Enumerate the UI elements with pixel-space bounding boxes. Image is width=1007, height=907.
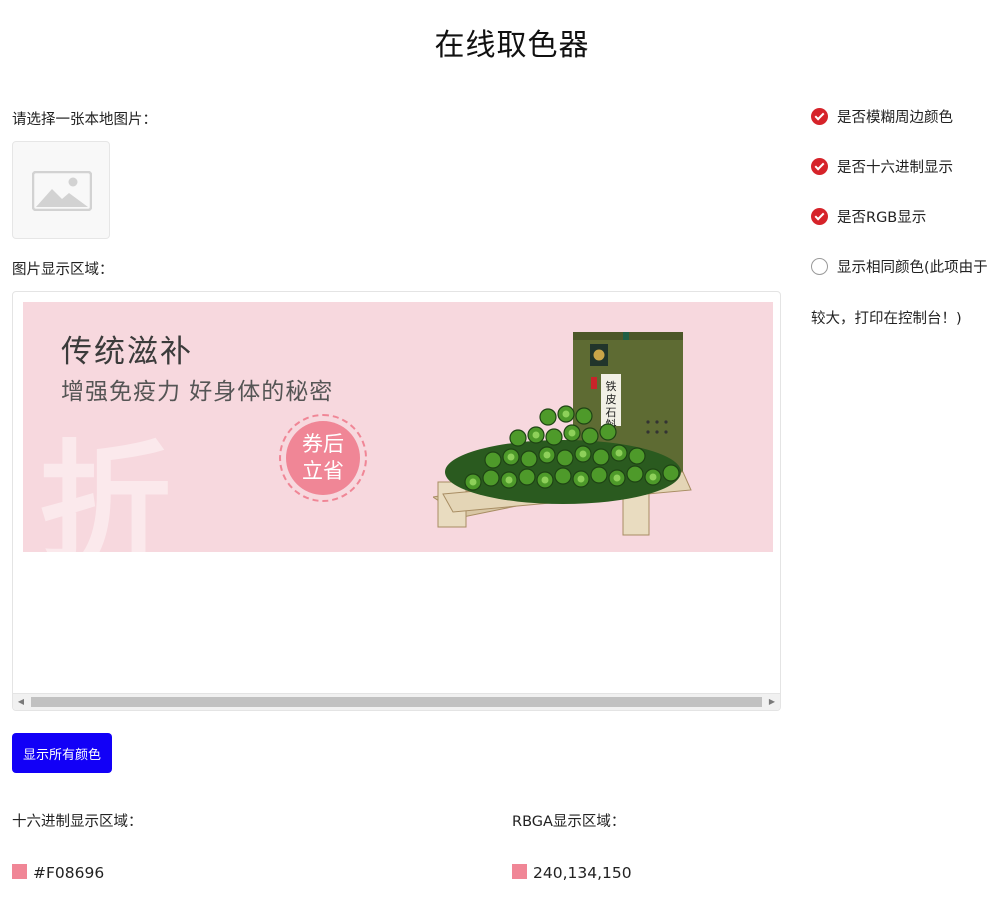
option-show-same-colors[interactable]: 显示相同颜色(此项由于 xyxy=(811,256,988,276)
loaded-image[interactable]: 折 传统滋补 增强免疫力 好身体的秘密 券后 立省 铁 皮 石 斛 xyxy=(23,302,773,552)
image-placeholder-icon xyxy=(32,171,92,211)
rgba-value: 240,134,150 xyxy=(533,864,632,882)
page-title: 在线取色器 xyxy=(434,28,590,63)
checkbox-unchecked-icon[interactable] xyxy=(811,257,828,275)
option-rgb-display[interactable]: 是否RGB显示 xyxy=(811,206,926,226)
hex-color-swatch xyxy=(12,864,27,879)
badge-line1: 券后 xyxy=(302,432,344,456)
rgba-color-swatch xyxy=(512,864,527,879)
badge-line2: 立省 xyxy=(302,459,344,483)
horizontal-scrollbar[interactable]: ◀ ▶ xyxy=(13,693,780,710)
svg-text:皮: 皮 xyxy=(606,393,617,406)
show-all-colors-button[interactable]: 显示所有颜色 xyxy=(12,733,112,773)
option-label: 是否十六进制显示 xyxy=(837,159,953,176)
option-label: 显示相同颜色(此项由于 xyxy=(837,259,988,276)
banner-subtitle: 增强免疫力 好身体的秘密 xyxy=(61,379,334,405)
scroll-right-arrow-icon[interactable]: ▶ xyxy=(764,694,780,710)
scrollbar-thumb[interactable] xyxy=(31,697,762,707)
option-label: 是否模糊周边颜色 xyxy=(837,109,953,126)
option-label-continuation: 较大，打印在控制台！) xyxy=(811,311,962,327)
hex-value: #F08696 xyxy=(33,864,105,882)
banner-watermark: 折 xyxy=(39,427,171,552)
checkbox-checked-icon[interactable] xyxy=(811,107,828,125)
svg-text:铁: 铁 xyxy=(606,380,617,393)
option-label: 是否RGB显示 xyxy=(837,209,927,226)
image-display-area[interactable]: 折 传统滋补 增强免疫力 好身体的秘密 券后 立省 铁 皮 石 斛 xyxy=(12,291,781,711)
option-blur-surrounding[interactable]: 是否模糊周边颜色 xyxy=(811,106,953,126)
option-hex-display[interactable]: 是否十六进制显示 xyxy=(811,156,953,176)
hex-display-label: 十六进制显示区域： xyxy=(12,814,143,830)
banner-title: 传统滋补 xyxy=(61,334,193,370)
image-upload-button[interactable] xyxy=(12,141,110,239)
checkbox-checked-icon[interactable] xyxy=(811,207,828,225)
display-area-label: 图片显示区域： xyxy=(12,262,114,278)
upload-label: 请选择一张本地图片： xyxy=(12,112,157,128)
rgba-display-label: RBGA显示区域： xyxy=(512,814,626,830)
product-image: 铁 皮 石 斛 xyxy=(433,332,692,536)
checkbox-checked-icon[interactable] xyxy=(811,157,828,175)
coupon-badge: 券后 立省 xyxy=(279,414,367,502)
scroll-left-arrow-icon[interactable]: ◀ xyxy=(13,694,29,710)
